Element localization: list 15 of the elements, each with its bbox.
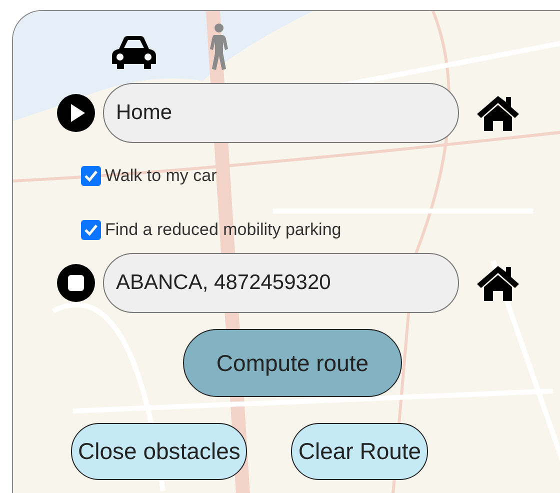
option-label: Find a reduced mobility parking xyxy=(105,220,342,240)
close-obstacles-button[interactable]: Close obstacles xyxy=(71,423,248,480)
origin-field[interactable]: Home xyxy=(103,83,459,143)
home-icon[interactable] xyxy=(475,264,521,302)
start-icon xyxy=(57,94,95,132)
checkbox[interactable] xyxy=(81,166,101,186)
walking-person-icon[interactable] xyxy=(207,23,231,71)
car-icon[interactable] xyxy=(109,35,159,71)
checkbox[interactable] xyxy=(81,220,101,240)
compute-route-button[interactable]: Compute route xyxy=(183,329,402,397)
clear-route-button[interactable]: Clear Route xyxy=(291,423,428,480)
home-icon[interactable] xyxy=(475,94,521,132)
stop-icon xyxy=(57,264,95,302)
option-label: Walk to my car xyxy=(105,166,217,186)
destination-field[interactable]: ABANCA, 4872459320 xyxy=(103,253,459,313)
